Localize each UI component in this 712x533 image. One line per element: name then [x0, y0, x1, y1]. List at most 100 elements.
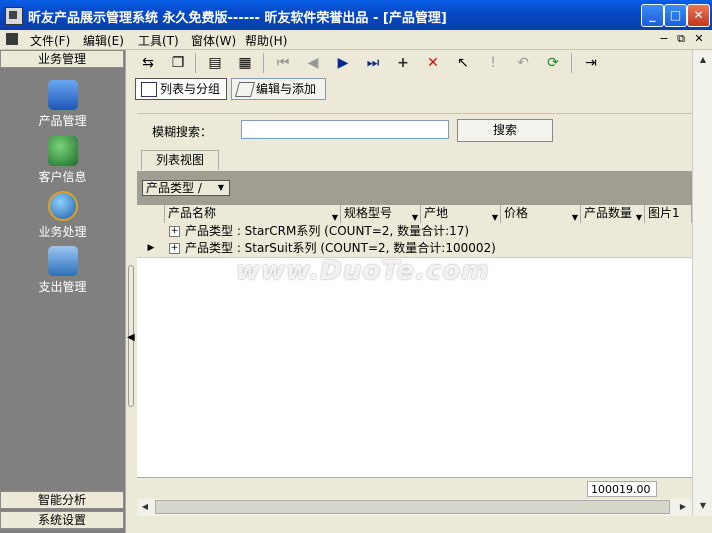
column-header-spec[interactable]: 规格型号 ▼ [341, 205, 421, 223]
group-row-text: 产品类型 : StarCRM系列 (COUNT=2, 数量合计:17) [185, 224, 470, 238]
chevron-down-icon[interactable]: ▼ [492, 209, 498, 223]
grid-header: 产品名称 ▼ 规格型号 ▼ 产地 ▼ 价格 ▼ 产品数量 ▼ 图片1 [137, 205, 692, 224]
maximize-button[interactable]: □ [664, 4, 687, 27]
chevron-down-icon[interactable]: ▼ [572, 209, 578, 223]
scroll-thumb[interactable] [155, 500, 670, 514]
warning-icon[interactable]: ! [483, 53, 503, 73]
mdi-child-icon[interactable] [6, 33, 18, 45]
next-record-icon[interactable]: ▶ [333, 53, 353, 73]
sidebar-item-label: 支出管理 [38, 280, 87, 294]
sidebar-item-customer[interactable]: 客户信息 [0, 136, 125, 185]
product-icon [47, 80, 78, 110]
data-grid: 产品名称 ▼ 规格型号 ▼ 产地 ▼ 价格 ▼ 产品数量 ▼ 图片1 + 产品类型 : S… [137, 205, 692, 477]
column-header-quantity[interactable]: 产品数量 ▼ [581, 205, 645, 223]
tab-list-view[interactable]: 列表视图 [141, 150, 219, 170]
column-header-image[interactable]: 图片1 [645, 205, 692, 223]
toolbar-separator [195, 53, 196, 73]
title-bar: 昕友产品展示管理系统 永久免费版------ 昕友软件荣誉出品 - [产品管理]… [0, 0, 712, 30]
group-row-text: 产品类型 : StarSuit系列 (COUNT=2, 数量合计:100002) [185, 241, 496, 255]
menu-file[interactable]: 文件(F) [30, 32, 70, 49]
search-panel: 模糊搜索： 搜索 [137, 113, 692, 149]
first-record-icon[interactable]: ⏮ [273, 53, 293, 73]
chevron-down-icon[interactable]: ▼ [332, 209, 338, 223]
column-header-name[interactable]: 产品名称 ▼ [165, 205, 341, 223]
tab-edit-add[interactable]: 编辑与添加 [231, 78, 326, 100]
undo-icon[interactable]: ↶ [513, 53, 533, 73]
customer-icon [47, 136, 78, 166]
sidebar-header-business[interactable]: 业务管理 [0, 50, 124, 68]
delete-record-icon[interactable]: ✕ [423, 53, 443, 73]
group-chip-product-type[interactable]: 产品类型 / ▼ [142, 180, 230, 196]
chevron-down-icon[interactable]: ▼ [215, 183, 227, 193]
exchange-icon[interactable]: ⇆ [138, 53, 158, 73]
list-icon [141, 82, 157, 97]
watermark-text: www.DuoTe.com [236, 256, 490, 286]
sidebar-splitter[interactable]: ◀ [125, 50, 136, 533]
last-record-icon[interactable]: ⏭ [363, 53, 383, 73]
row-indicator[interactable] [137, 223, 166, 241]
row-indicator-current[interactable]: ▶ [137, 240, 166, 258]
minimize-button[interactable]: _ [641, 4, 664, 27]
scroll-left-icon[interactable]: ◀ [137, 499, 153, 515]
scroll-up-icon[interactable]: ▲ [695, 52, 711, 68]
document-icon[interactable]: ▤ [205, 53, 225, 73]
menu-window[interactable]: 窗体(W) [191, 32, 236, 49]
grid-footer: 100019.00 [137, 477, 692, 500]
window-title: 昕友产品展示管理系统 永久免费版------ 昕友软件荣誉出品 - [产品管理] [28, 11, 447, 26]
sidebar-item-business[interactable]: 业务处理 [0, 191, 125, 240]
scroll-down-icon[interactable]: ▼ [695, 498, 711, 514]
sidebar-header-analysis[interactable]: 智能分析 [0, 491, 124, 509]
toolbar: ⇆ ❐ ▤ ▦ ⏮ ◀ ▶ ⏭ + ✕ ↖ ! ↶ ⟳ ⇥ [135, 50, 692, 76]
menu-edit[interactable]: 编辑(E) [83, 32, 124, 49]
toolbar-separator [263, 53, 264, 73]
expand-icon[interactable]: + [169, 243, 180, 254]
add-record-icon[interactable]: + [393, 53, 413, 73]
tab-list-group-label: 列表与分组 [160, 82, 221, 96]
sidebar-item-label: 客户信息 [38, 170, 87, 184]
copy-icon[interactable]: ❐ [168, 53, 188, 73]
search-input[interactable] [241, 120, 449, 139]
tab-edit-add-label: 编辑与添加 [256, 82, 317, 96]
group-by-panel: 产品类型 / ▼ [137, 171, 692, 205]
header-indicator [137, 205, 165, 223]
group-chip-label: 产品类型 [146, 181, 195, 195]
close-button[interactable]: ✕ [687, 4, 710, 27]
mdi-minimize-button[interactable]: − [657, 32, 671, 45]
mdi-restore-button[interactable]: ⧉ [674, 32, 688, 46]
tab-list-group[interactable]: 列表与分组 [135, 78, 227, 100]
quantity-total: 100019.00 [587, 481, 657, 497]
sidebar-item-label: 产品管理 [38, 114, 87, 128]
sidebar-item-expense[interactable]: 支出管理 [0, 246, 125, 295]
vertical-scrollbar[interactable]: ▲ ▼ [692, 50, 712, 516]
group-row[interactable]: + 产品类型 : StarCRM系列 (COUNT=2, 数量合计:17) [165, 223, 692, 241]
expense-icon [47, 246, 78, 276]
app-icon[interactable] [5, 7, 23, 25]
sort-indicator: / [197, 181, 202, 195]
sidebar-header-settings[interactable]: 系统设置 [0, 511, 124, 529]
exit-icon[interactable]: ⇥ [581, 53, 601, 73]
sidebar-item-product[interactable]: 产品管理 [0, 80, 125, 129]
sidebar: 业务管理 产品管理 客户信息 业务处理 支出管理 智能分析 系统设置 [0, 50, 125, 533]
menu-bar: 文件(F) 编辑(E) 工具(T) 窗体(W) 帮助(H) − ⧉ ✕ [0, 30, 712, 50]
chevron-down-icon[interactable]: ▼ [412, 209, 418, 223]
refresh-icon[interactable]: ⟳ [543, 53, 563, 73]
menu-help[interactable]: 帮助(H) [245, 32, 287, 49]
scroll-right-icon[interactable]: ▶ [675, 499, 691, 515]
toolbar-separator [571, 53, 572, 73]
search-label: 模糊搜索： [152, 125, 213, 139]
search-button[interactable]: 搜索 [457, 119, 553, 142]
horizontal-scrollbar[interactable]: ◀ ▶ [137, 499, 692, 516]
edit-icon [234, 82, 256, 97]
expand-icon[interactable]: + [169, 226, 180, 237]
chevron-down-icon[interactable]: ▼ [636, 209, 642, 223]
prev-record-icon[interactable]: ◀ [303, 53, 323, 73]
globe-icon [47, 191, 78, 221]
menu-tools[interactable]: 工具(T) [138, 32, 179, 49]
collapse-left-icon[interactable]: ◀ [127, 332, 135, 343]
column-header-price[interactable]: 价格 ▼ [501, 205, 581, 223]
mdi-close-button[interactable]: ✕ [692, 32, 706, 45]
sidebar-item-label: 业务处理 [38, 225, 87, 239]
cursor-icon[interactable]: ↖ [453, 53, 473, 73]
column-header-origin[interactable]: 产地 ▼ [421, 205, 501, 223]
table-icon[interactable]: ▦ [235, 53, 255, 73]
